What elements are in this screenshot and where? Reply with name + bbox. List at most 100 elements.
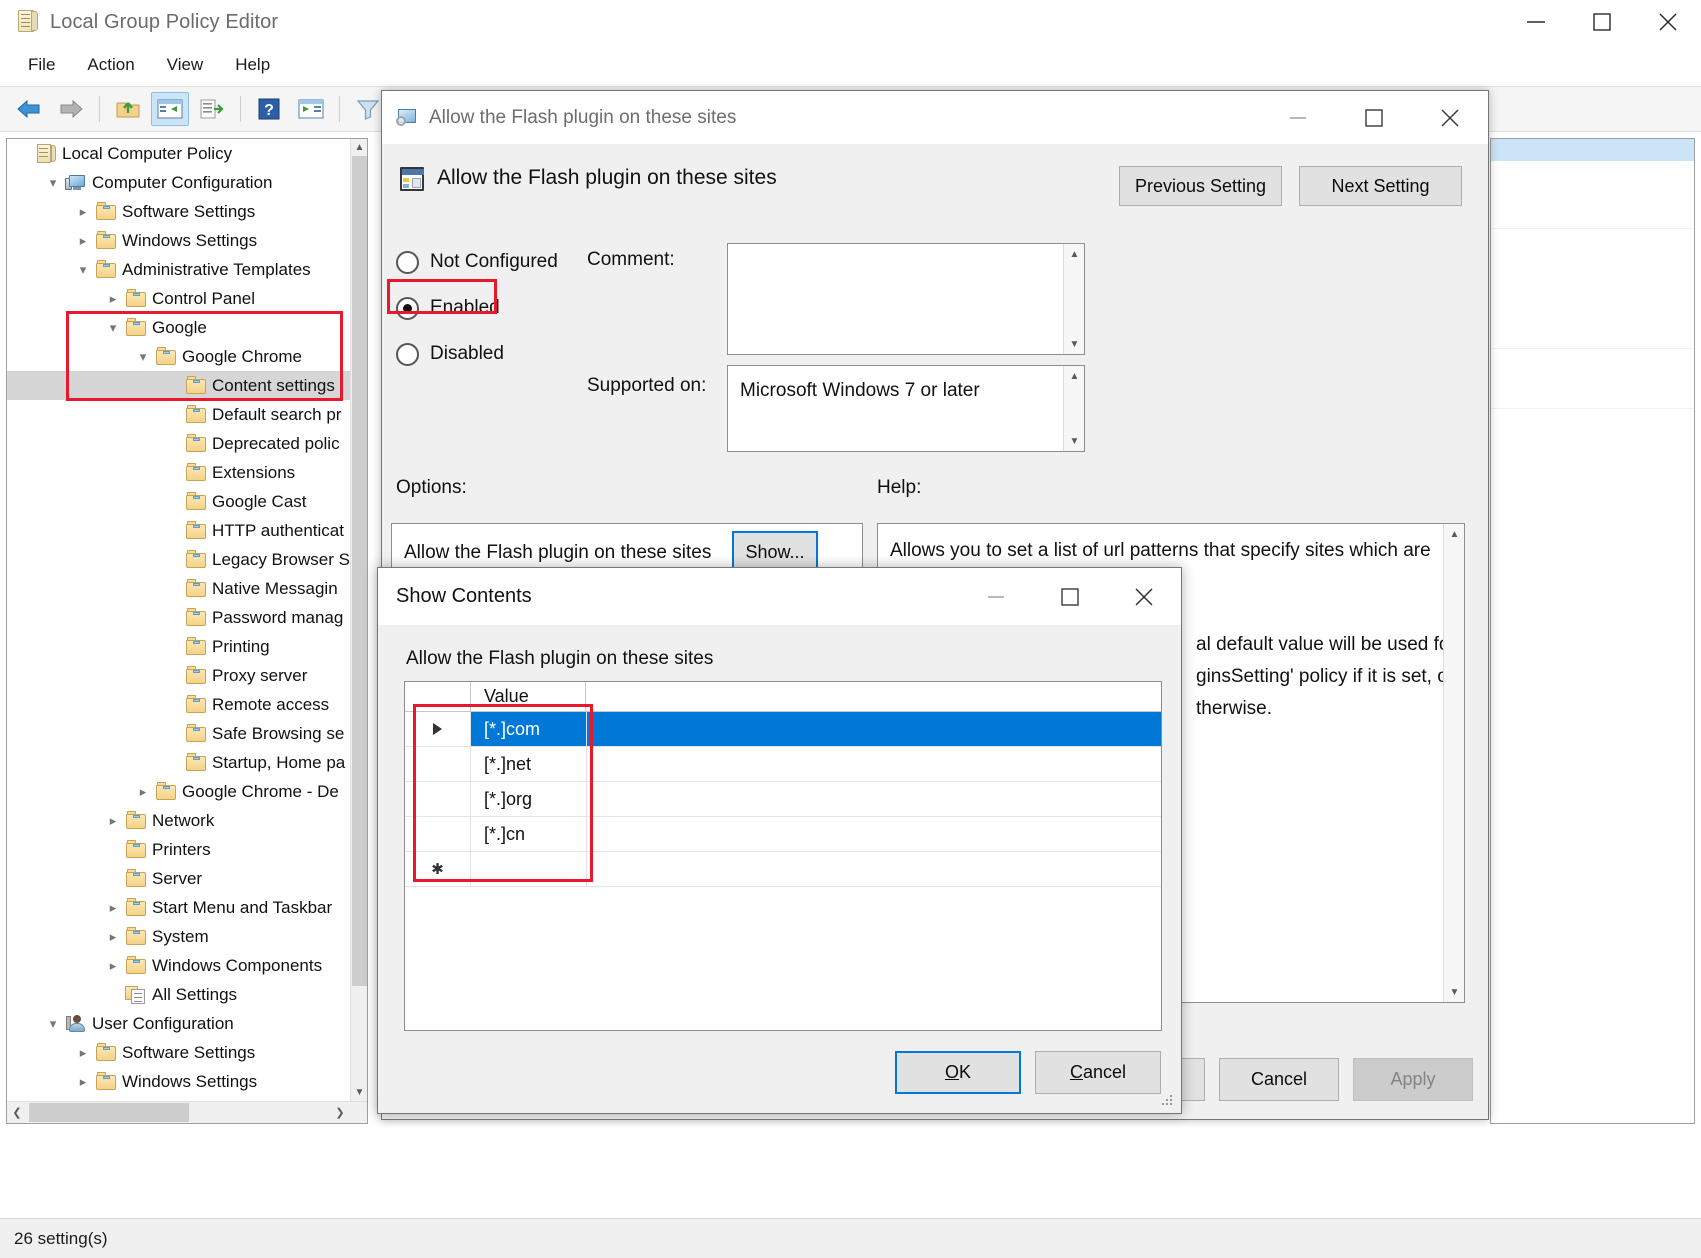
tree-item-control-panel[interactable]: ▸ Control Panel bbox=[7, 284, 350, 313]
value-cell[interactable]: [*.]org bbox=[471, 782, 586, 816]
close-icon[interactable] bbox=[1107, 568, 1181, 625]
tree-item-local-computer-policy[interactable]: Local Computer Policy bbox=[7, 139, 350, 168]
tree-item-windows-settings[interactable]: ▸ Windows Settings bbox=[7, 226, 350, 255]
scroll-thumb[interactable] bbox=[352, 156, 367, 986]
settings-list-selected-row[interactable] bbox=[1491, 139, 1694, 161]
tree-item-google[interactable]: ▾ Google bbox=[7, 313, 350, 342]
tree-item-user-configuration[interactable]: ▾ User Configuration bbox=[7, 1009, 350, 1038]
expand-chevron-down-icon[interactable]: ▾ bbox=[71, 263, 95, 276]
help-icon[interactable]: ? bbox=[250, 92, 288, 126]
settings-list-row[interactable] bbox=[1491, 379, 1694, 409]
resize-grip-icon[interactable] bbox=[1162, 1095, 1174, 1107]
minimize-icon[interactable] bbox=[1503, 0, 1569, 44]
up-folder-icon[interactable] bbox=[109, 92, 147, 126]
value-cell[interactable]: [*.]com bbox=[471, 712, 586, 746]
tree-item-startup-home-pa[interactable]: Startup, Home pa bbox=[7, 748, 350, 777]
forward-arrow-icon[interactable] bbox=[52, 92, 90, 126]
comment-scrollbar[interactable]: ▲ ▼ bbox=[1063, 244, 1084, 354]
show-hide-console-tree-icon[interactable] bbox=[151, 92, 189, 126]
tree-item-windows-settings[interactable]: ▸ Windows Settings bbox=[7, 1067, 350, 1096]
expand-chevron-right-icon[interactable]: ▸ bbox=[101, 901, 125, 914]
menu-help[interactable]: Help bbox=[219, 50, 286, 80]
back-arrow-icon[interactable] bbox=[10, 92, 48, 126]
tree-item-http-authenticat[interactable]: HTTP authenticat bbox=[7, 516, 350, 545]
tree-item-safe-browsing-se[interactable]: Safe Browsing se bbox=[7, 719, 350, 748]
menu-action[interactable]: Action bbox=[71, 50, 150, 80]
tree-item-printing[interactable]: Printing bbox=[7, 632, 350, 661]
expand-chevron-right-icon[interactable]: ▸ bbox=[71, 205, 95, 218]
radio-not-configured[interactable]: Not Configured bbox=[396, 239, 596, 285]
tree-item-legacy-browser-s[interactable]: Legacy Browser S bbox=[7, 545, 350, 574]
row-selector-cell[interactable] bbox=[405, 817, 471, 851]
menu-file[interactable]: File bbox=[12, 50, 71, 80]
row-selector-cell[interactable]: ✱ bbox=[405, 852, 471, 886]
tree-item-google-chrome-de[interactable]: ▸ Google Chrome - De bbox=[7, 777, 350, 806]
tree-item-windows-components[interactable]: ▸ Windows Components bbox=[7, 951, 350, 980]
close-icon[interactable] bbox=[1412, 91, 1488, 144]
settings-list-row[interactable] bbox=[1491, 319, 1694, 349]
tree-item-content-settings[interactable]: Content settings bbox=[7, 371, 350, 400]
menu-view[interactable]: View bbox=[151, 50, 220, 80]
tree-item-computer-configuration[interactable]: ▾ Computer Configuration bbox=[7, 168, 350, 197]
minimize-icon[interactable] bbox=[959, 568, 1033, 625]
expand-chevron-right-icon[interactable]: ▸ bbox=[131, 785, 155, 798]
scroll-thumb-horizontal[interactable] bbox=[29, 1103, 189, 1122]
tree-item-start-menu-and-taskbar[interactable]: ▸ Start Menu and Taskbar bbox=[7, 893, 350, 922]
values-grid-row[interactable]: [*.]net bbox=[405, 747, 1161, 782]
expand-chevron-right-icon[interactable]: ▸ bbox=[101, 292, 125, 305]
tree-item-google-chrome[interactable]: ▾ Google Chrome bbox=[7, 342, 350, 371]
expand-chevron-right-icon[interactable]: ▸ bbox=[71, 234, 95, 247]
scroll-up-icon[interactable]: ▲ bbox=[1444, 524, 1465, 544]
scroll-up-icon[interactable]: ▲ bbox=[1064, 244, 1085, 264]
tree-item-extensions[interactable]: Extensions bbox=[7, 458, 350, 487]
settings-list-row[interactable] bbox=[1491, 199, 1694, 229]
tree-item-default-search-pr[interactable]: Default search pr bbox=[7, 400, 350, 429]
values-grid-row[interactable]: [*.]com bbox=[405, 712, 1161, 747]
comment-textarea[interactable]: ▲ ▼ bbox=[727, 243, 1085, 355]
tree-vertical-scrollbar[interactable]: ▲ ▼ bbox=[350, 139, 367, 1101]
scroll-up-icon[interactable]: ▲ bbox=[1064, 366, 1085, 386]
expand-chevron-right-icon[interactable]: ▸ bbox=[71, 1075, 95, 1088]
policy-cancel-button[interactable]: Cancel bbox=[1219, 1058, 1339, 1101]
previous-setting-button[interactable]: Previous Setting bbox=[1119, 166, 1282, 206]
show-action-pane-icon[interactable] bbox=[292, 92, 330, 126]
row-selector-cell[interactable] bbox=[405, 712, 471, 746]
maximize-icon[interactable] bbox=[1033, 568, 1107, 625]
radio-disabled[interactable]: Disabled bbox=[396, 331, 596, 377]
tree-item-all-settings[interactable]: All Settings bbox=[7, 980, 350, 1009]
row-selector-cell[interactable] bbox=[405, 782, 471, 816]
values-grid-row[interactable]: [*.]cn bbox=[405, 817, 1161, 852]
expand-chevron-right-icon[interactable]: ▸ bbox=[101, 814, 125, 827]
row-selector-cell[interactable] bbox=[405, 747, 471, 781]
next-setting-button[interactable]: Next Setting bbox=[1299, 166, 1462, 206]
help-scrollbar[interactable]: ▲ ▼ bbox=[1443, 524, 1464, 1002]
tree-item-network[interactable]: ▸ Network bbox=[7, 806, 350, 835]
supported-on-scrollbar[interactable]: ▲ ▼ bbox=[1063, 366, 1084, 451]
close-icon[interactable] bbox=[1635, 0, 1701, 44]
tree-item-software-settings[interactable]: ▸ Software Settings bbox=[7, 1038, 350, 1067]
scroll-down-icon[interactable]: ▼ bbox=[351, 1084, 367, 1101]
export-list-icon[interactable] bbox=[193, 92, 231, 126]
tree-item-deprecated-polic[interactable]: Deprecated polic bbox=[7, 429, 350, 458]
scroll-left-icon[interactable]: ❮ bbox=[7, 1102, 27, 1123]
tree-item-proxy-server[interactable]: Proxy server bbox=[7, 661, 350, 690]
scroll-down-icon[interactable]: ▼ bbox=[1064, 431, 1085, 451]
minimize-icon[interactable] bbox=[1260, 91, 1336, 144]
tree-item-software-settings[interactable]: ▸ Software Settings bbox=[7, 197, 350, 226]
tree-item-native-messagin[interactable]: Native Messagin bbox=[7, 574, 350, 603]
scroll-right-icon[interactable]: ❯ bbox=[330, 1102, 350, 1123]
tree-item-password-manag[interactable]: Password manag bbox=[7, 603, 350, 632]
tree-item-printers[interactable]: Printers bbox=[7, 835, 350, 864]
expand-chevron-right-icon[interactable]: ▸ bbox=[71, 1046, 95, 1059]
tree-item-google-cast[interactable]: Google Cast bbox=[7, 487, 350, 516]
expand-chevron-right-icon[interactable]: ▸ bbox=[101, 959, 125, 972]
values-grid[interactable]: Value [*.]com [*.]net [*.]org [*.]cn ✱ bbox=[404, 681, 1162, 1031]
maximize-icon[interactable] bbox=[1336, 91, 1412, 144]
tree-horizontal-scrollbar[interactable]: ❮ ❯ bbox=[7, 1101, 367, 1123]
expand-chevron-right-icon[interactable]: ▸ bbox=[101, 930, 125, 943]
values-grid-row[interactable]: [*.]org bbox=[405, 782, 1161, 817]
scroll-up-icon[interactable]: ▲ bbox=[351, 139, 367, 156]
expand-chevron-down-icon[interactable]: ▾ bbox=[41, 1017, 65, 1030]
maximize-icon[interactable] bbox=[1569, 0, 1635, 44]
expand-chevron-down-icon[interactable]: ▾ bbox=[101, 321, 125, 334]
